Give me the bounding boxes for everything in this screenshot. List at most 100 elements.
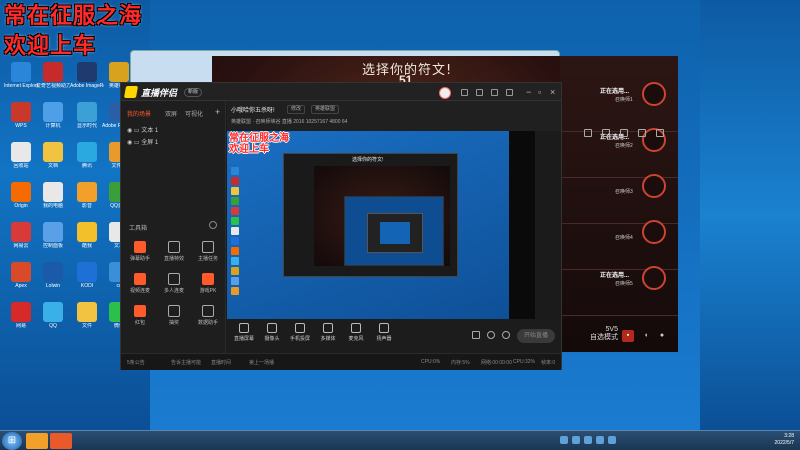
tool-button[interactable]: 弹幕助手 (125, 241, 155, 265)
settings-icon[interactable] (502, 331, 510, 339)
source-button[interactable]: 多媒体 (313, 323, 343, 342)
start-button[interactable]: ⊞ (2, 432, 22, 450)
desktop-icon[interactable]: Lolwin (38, 262, 68, 296)
tool-button[interactable]: 视频连麦 (125, 273, 155, 297)
source-button[interactable]: 麦克风 (341, 323, 371, 342)
menu-icon[interactable] (506, 89, 513, 96)
tab-dual-screen[interactable]: 双屏 (165, 109, 177, 118)
share-icon[interactable] (584, 129, 592, 137)
settings-icon[interactable] (491, 89, 498, 96)
start-live-button[interactable]: 开始直播 (517, 329, 555, 343)
notification-icon[interactable] (608, 436, 616, 444)
avatar[interactable] (439, 87, 451, 99)
security-icon[interactable] (596, 436, 604, 444)
desktop-icon[interactable]: 计算机 (38, 102, 68, 136)
desktop-icon[interactable]: 腾讯 (72, 142, 102, 176)
sound-icon[interactable]: ◖ (640, 330, 652, 342)
tool-button[interactable]: 数据助手 (193, 305, 223, 329)
record-icon[interactable] (487, 331, 495, 339)
source-button[interactable]: 扬声器 (369, 323, 399, 342)
nested-game-title: 选择你的符文! (352, 157, 384, 163)
tab-my-scenes[interactable]: 我的场景 (127, 109, 151, 118)
mail-icon[interactable] (476, 89, 483, 96)
team-panel: 正在选用... 召唤师1 正在选用... 召唤师2 召唤师3 召唤师4 正在选用... 召唤师… (560, 56, 678, 352)
desktop-icon[interactable]: Internet Explorer (4, 62, 38, 96)
tool-button[interactable]: 游戏PK (193, 273, 223, 297)
desktop-icon-label: 控制面板 (42, 243, 63, 249)
add-scene-icon[interactable]: + (215, 107, 220, 117)
network-icon[interactable] (560, 436, 568, 444)
status-item[interactable]: 直播时间 (211, 359, 231, 366)
tool-icon (202, 241, 214, 253)
room-action-icons (584, 129, 664, 137)
tools-toggle-icon[interactable] (209, 221, 217, 229)
source-button[interactable]: 直播屏幕 (229, 323, 259, 342)
tool-icon (134, 305, 146, 317)
desktop-icon[interactable]: 回收站 (6, 142, 36, 176)
desktop-icon[interactable]: Adobe ImageReady (70, 62, 104, 96)
desktop-icon[interactable]: Apex (6, 262, 36, 296)
desktop-icon[interactable]: 影音 (72, 182, 102, 216)
desktop-icon-label: 计算机 (45, 123, 61, 129)
desktop-icon[interactable]: 文档 (38, 142, 68, 176)
tool-button[interactable]: 主播任务 (193, 241, 223, 265)
desktop-icon[interactable]: 显示时代 (72, 102, 102, 136)
streaming-app-window[interactable]: 直播伴侣 新版 − ▫ × 我的场景 双屏 可视化 + ◉ ▭ 文本 1 ◉ ▭… (120, 82, 664, 370)
lock-icon[interactable] (638, 129, 646, 137)
minimize-icon[interactable]: − (526, 86, 531, 98)
tool-button[interactable]: 抽奖 (159, 305, 189, 329)
desktop-icon[interactable]: 网易 (6, 302, 36, 336)
nested-desktop-view-2 (380, 222, 410, 244)
slot-status: 正在选用... (600, 89, 630, 95)
gift-icon[interactable] (602, 129, 610, 137)
camera-icon[interactable] (472, 331, 480, 339)
clock[interactable]: 3:28 2022/5/7 (775, 433, 794, 447)
source-button[interactable]: 手机投屏 (285, 323, 315, 342)
desktop-icon[interactable]: 酷我 (72, 222, 102, 256)
taskbar-app-streaming[interactable] (50, 433, 72, 449)
chat-button[interactable]: ▪ (622, 330, 634, 342)
category-chip[interactable]: 英雄联盟 (311, 105, 340, 114)
source-button[interactable]: 摄像头 (257, 323, 287, 342)
desktop-icon[interactable]: 文件 (72, 302, 102, 336)
slot-role: 召唤师3 (615, 189, 633, 195)
status-item[interactable]: 第上一场播 (249, 359, 274, 366)
desktop-icon[interactable]: 控制面板 (38, 222, 68, 256)
source-label: 手机投屏 (289, 336, 310, 342)
tool-button[interactable]: 直播特效 (159, 241, 189, 265)
stream-preview[interactable]: 常在征服之海 欢迎上车 选择你的符文! (227, 131, 535, 319)
taskbar-app-explorer[interactable] (26, 433, 48, 449)
fans-icon[interactable] (620, 129, 628, 137)
desktop-icon[interactable]: WPS (6, 102, 36, 136)
desktop-icon[interactable]: Origin (6, 182, 36, 216)
status-item[interactable]: 5条公告 (127, 359, 145, 366)
scene-item-text[interactable]: ◉ ▭ 文本 1 (127, 125, 158, 134)
desktop-icon[interactable]: 网易云 (6, 222, 36, 256)
desktop-icon-label: 文档 (47, 163, 58, 169)
desktop-icon[interactable]: 爱奇艺视频助力 (36, 62, 70, 96)
desktop-icon[interactable]: 我的电脑 (38, 182, 68, 216)
maximize-icon[interactable]: ▫ (538, 86, 541, 98)
slot-role: 召唤师4 (615, 235, 633, 241)
desktop-icon[interactable]: QQ (38, 302, 68, 336)
desktop-icon-label: Lolwin (45, 283, 61, 289)
scene-item-fullscreen[interactable]: ◉ ▭ 全屏 1 (127, 137, 158, 146)
app-icon (43, 302, 63, 322)
input-icon[interactable] (584, 436, 592, 444)
desktop-icon[interactable]: KODI (72, 262, 102, 296)
app-icon (109, 62, 129, 82)
tab-visual[interactable]: 可视化 (185, 109, 203, 118)
mic-icon[interactable]: ● (656, 330, 668, 342)
status-bar: 5条公告 告诉主播可能 直播时间 第上一场播 CPU:0% 内存:5% 网络:00:00:0… (121, 353, 561, 370)
tool-button[interactable]: 红包 (125, 305, 155, 329)
skin-icon[interactable] (461, 89, 468, 96)
source-toolbar: 直播屏幕 摄像头 手机投屏 多媒体 麦克风 扬声器 开始直播 (227, 319, 561, 353)
link-icon[interactable] (656, 129, 664, 137)
tool-button[interactable]: 多人连麦 (159, 273, 189, 297)
status-item[interactable]: 告诉主播可能 (171, 359, 201, 366)
close-icon[interactable]: × (550, 86, 555, 98)
edit-title-chip[interactable]: 修改 (287, 105, 306, 114)
app-icon (11, 142, 31, 162)
volume-icon[interactable] (572, 436, 580, 444)
preview-app-icon (231, 257, 239, 265)
